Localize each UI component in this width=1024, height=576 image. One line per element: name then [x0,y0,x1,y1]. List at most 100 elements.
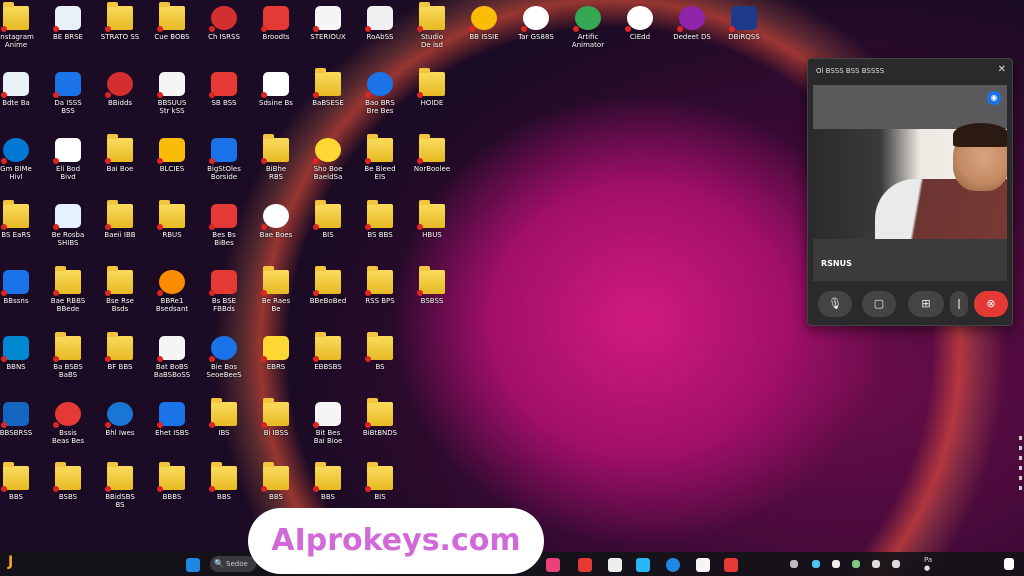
side-mini-icon[interactable] [1019,456,1022,460]
taskbar-app-icon[interactable] [546,558,560,572]
desktop-app-shortcut[interactable]: BE BRSE [42,2,94,64]
desktop-app-shortcut[interactable]: Ehet ISBS [146,398,198,460]
desktop-folder[interactable]: Bae RBBS BBede [42,266,94,328]
taskbar-app-icon[interactable] [608,558,622,572]
desktop-folder[interactable]: BF BBS [94,332,146,394]
desktop-folder[interactable]: RBUS [146,200,198,262]
desktop-app-shortcut[interactable]: SB BSS [198,68,250,130]
desktop-app-shortcut[interactable]: Gm BIMe Hivl [0,134,42,196]
taskbar-app-icon[interactable] [724,558,738,572]
desktop-folder[interactable]: STRATO SS [94,2,146,64]
start-button[interactable]: J [8,554,13,570]
side-mini-icon[interactable] [1019,446,1022,450]
desktop-app-shortcut[interactable]: Bit Bes Bai Bioe [302,398,354,460]
desktop-app-shortcut[interactable]: BBSUUS Str kSS [146,68,198,130]
desktop-app-shortcut[interactable]: Dedeet DS [666,2,718,64]
desktop-app-shortcut[interactable]: BBssns [0,266,42,328]
desktop-app-shortcut[interactable]: Bssis Beas Bes [42,398,94,460]
desktop-folder[interactable]: BBBS [146,462,198,524]
desktop-folder[interactable]: Studio De isd [406,2,458,64]
tray-icon[interactable] [872,560,880,568]
desktop-folder[interactable]: Cue BOBS [146,2,198,64]
desktop-app-shortcut[interactable]: Bes Bs BiBes [198,200,250,262]
desktop-app-shortcut[interactable]: EBRS [250,332,302,394]
desktop-folder[interactable]: BBS [0,462,42,524]
desktop-folder[interactable]: BiBhe RBS [250,134,302,196]
desktop-app-shortcut[interactable]: CiEdd [614,2,666,64]
video-call-window[interactable]: Ol BSSS BSS BSSSS ✕ ◉ RSNUS 🎙 ▢ ⊞ ǀ ⊗ [807,58,1013,326]
tray-icon[interactable] [892,560,900,568]
desktop-app-shortcut[interactable]: Be Rosba SHIBS [42,200,94,262]
desktop-app-shortcut[interactable]: BBidds [94,68,146,130]
desktop-folder[interactable]: Be Bieed EIS [354,134,406,196]
desktop-app-shortcut[interactable]: BBNS [0,332,42,394]
more-options-button[interactable]: ǀ [950,291,968,317]
side-mini-icon[interactable] [1019,436,1022,440]
desktop-folder[interactable]: BS [354,332,406,394]
desktop-folder[interactable]: BIS [302,200,354,262]
mute-mic-button[interactable]: 🎙 [818,291,852,317]
desktop-folder[interactable]: HOIDE [406,68,458,130]
taskbar-app-icon[interactable] [696,558,710,572]
tray-icon[interactable] [812,560,820,568]
desktop-folder[interactable]: Bse Rse Bsds [94,266,146,328]
desktop-app-shortcut[interactable]: Ch ISRSS [198,2,250,64]
desktop-folder[interactable]: BS EaRS [0,200,42,262]
desktop-folder[interactable]: HBUS [406,200,458,262]
share-screen-button[interactable]: ⊞ [908,291,944,317]
desktop-app-shortcut[interactable]: Broodts [250,2,302,64]
desktop-folder[interactable]: BS BBS [354,200,406,262]
desktop-folder[interactable]: BSBS [42,462,94,524]
tray-icon[interactable] [790,560,798,568]
notification-icon[interactable] [1004,558,1014,570]
taskbar-app-icon[interactable] [636,558,650,572]
taskbar-app-icon[interactable] [578,558,592,572]
desktop-app-shortcut[interactable]: STERIOUX [302,2,354,64]
tray-icon[interactable] [852,560,860,568]
desktop-folder[interactable]: Be Raes Be [250,266,302,328]
desktop-app-shortcut[interactable]: Bie Bos SeoeBeeS [198,332,250,394]
desktop-app-shortcut[interactable]: BigStOles Borside [198,134,250,196]
desktop-folder[interactable]: Instagram Anime [0,2,42,64]
desktop-app-shortcut[interactable]: Bat BoBS BaBSBoSS [146,332,198,394]
desktop-app-shortcut[interactable]: Tar GS88S [510,2,562,64]
desktop-app-shortcut[interactable]: Bao BRS Bre Bes [354,68,406,130]
desktop-folder[interactable]: Baeii IBB [94,200,146,262]
desktop-folder[interactable]: BiBtBNDS [354,398,406,460]
desktop-app-shortcut[interactable]: BB ISSIE [458,2,510,64]
desktop-folder[interactable]: Ba BSBS BaBS [42,332,94,394]
desktop-app-shortcut[interactable]: Bae Boes [250,200,302,262]
desktop-folder[interactable]: RSS BPS [354,266,406,328]
tray-clock[interactable]: Pa ● [924,556,932,572]
camera-toggle-button[interactable]: ▢ [862,291,896,317]
desktop-folder[interactable]: BaBSESE [302,68,354,130]
desktop-app-shortcut[interactable]: Sdsine Bs [250,68,302,130]
desktop-app-shortcut[interactable]: Eli Bod Bivd [42,134,94,196]
taskbar-search-box[interactable]: Sedoe [210,556,256,572]
desktop-app-shortcut[interactable]: BBRe1 Bsedsant [146,266,198,328]
desktop-app-shortcut[interactable]: Artific Animator [562,2,614,64]
desktop-app-shortcut[interactable]: Bhl Iwes [94,398,146,460]
desktop-app-shortcut[interactable]: Bs BSE FBBds [198,266,250,328]
tray-icon[interactable] [832,560,840,568]
side-mini-icon[interactable] [1019,486,1022,490]
desktop-folder[interactable]: EBBSBS [302,332,354,394]
taskbar-app-icon[interactable] [666,558,680,572]
desktop-app-shortcut[interactable]: Da ISSS BSS [42,68,94,130]
desktop-app-shortcut[interactable]: BBSBRSS [0,398,42,460]
desktop-folder[interactable]: Bai Boe [94,134,146,196]
desktop-folder[interactable]: BBidSBS BS [94,462,146,524]
desktop-folder[interactable]: Bi IBSS [250,398,302,460]
side-mini-icon[interactable] [1019,466,1022,470]
end-call-button[interactable]: ⊗ [974,291,1008,317]
desktop-folder[interactable]: BSBSS [406,266,458,328]
desktop-folder[interactable]: IBS [198,398,250,460]
desktop-app-shortcut[interactable]: BLCIES [146,134,198,196]
desktop-folder[interactable]: BBeBoBed [302,266,354,328]
windows-start-icon[interactable] [186,558,200,572]
close-icon[interactable]: ✕ [998,64,1006,75]
desktop-app-shortcut[interactable]: Bdte Ba [0,68,42,130]
side-mini-icon[interactable] [1019,476,1022,480]
desktop-app-shortcut[interactable]: DBiRQSS [718,2,770,64]
desktop-app-shortcut[interactable]: Sho Boe BaeldSa [302,134,354,196]
